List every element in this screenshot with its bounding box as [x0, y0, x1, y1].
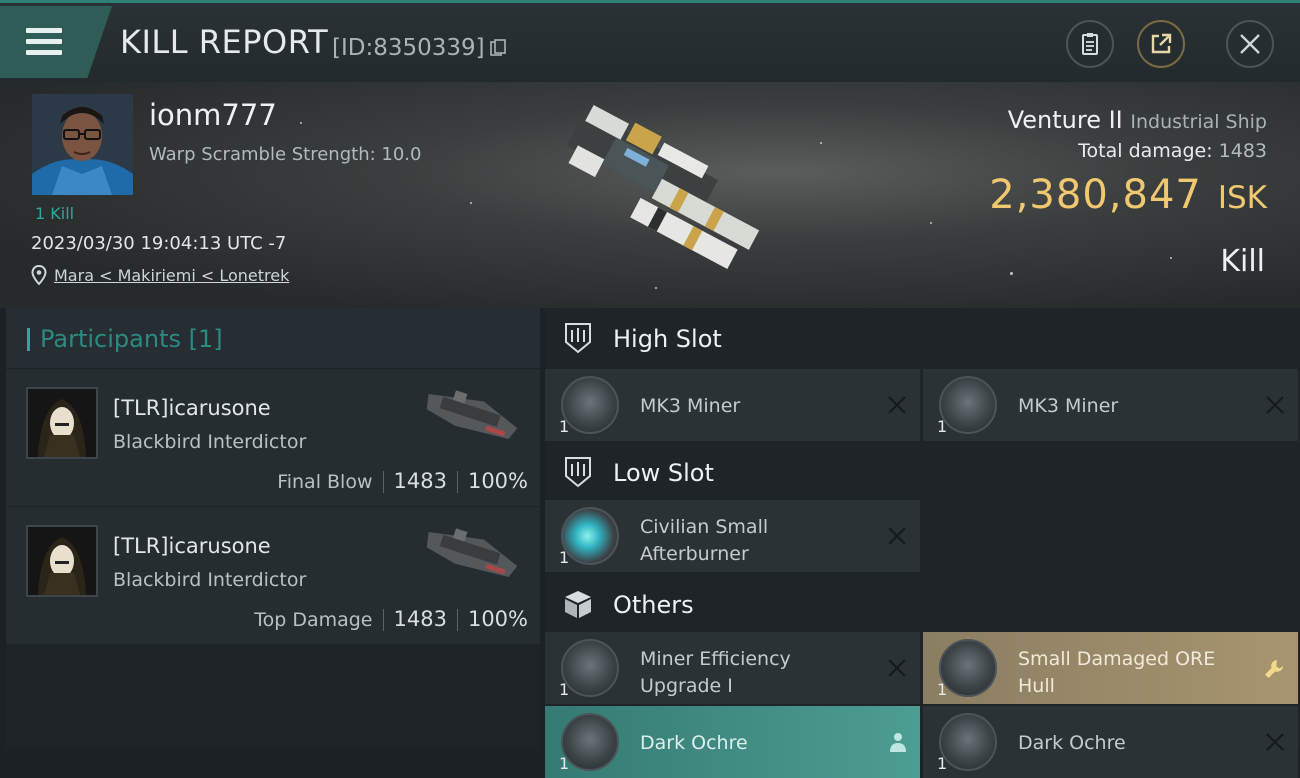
- hull-icon: [939, 639, 997, 697]
- victim-summary: ionm777 Warp Scramble Strength: 10.0 1 K…: [0, 82, 1300, 308]
- participants-title: Participants [1]: [40, 325, 223, 353]
- participant-role: Final Blow: [277, 471, 373, 493]
- item-quantity: 1: [937, 417, 948, 436]
- participants-panel: Participants [1] [TLR]icarusone Blackbir…: [6, 308, 540, 750]
- participant-stats: Final Blow 1483 100%: [277, 469, 528, 493]
- ore-icon: [561, 713, 619, 771]
- participant-role: Top Damage: [254, 609, 373, 631]
- clipboard-button[interactable]: [1066, 20, 1114, 68]
- participants-header: Participants [1]: [6, 308, 540, 368]
- participant-row[interactable]: [TLR]icarusone Blackbird Interdictor Fin…: [6, 369, 540, 506]
- upgrade-module-icon: [561, 639, 619, 697]
- item-name: Civilian Small Afterburner: [640, 516, 769, 565]
- fitted-item[interactable]: 1 Dark Ochre: [545, 706, 920, 778]
- participant-row[interactable]: [TLR]icarusone Blackbird Interdictor Top…: [6, 507, 540, 644]
- participant-damage: 1483: [393, 469, 447, 493]
- kill-datetime: 2023/03/30 19:04:13 UTC -7: [31, 233, 287, 254]
- copy-icon[interactable]: [490, 39, 506, 57]
- isk-value: 2,380,847 ISK: [989, 172, 1267, 218]
- fitted-item[interactable]: 1 MK3 Miner: [545, 369, 920, 441]
- participant-percent: 100%: [467, 607, 528, 631]
- participant-avatar: [26, 387, 98, 459]
- wrench-icon: [1265, 660, 1283, 678]
- others-header: Others: [545, 574, 1300, 634]
- participant-damage: 1483: [393, 607, 447, 631]
- item-name: Miner Efficiency Upgrade I: [640, 648, 791, 697]
- item-name: MK3 Miner: [1018, 395, 1119, 417]
- total-damage-value: 1483: [1218, 140, 1267, 162]
- item-quantity: 1: [559, 417, 570, 436]
- close-button[interactable]: [1226, 20, 1274, 68]
- miner-icon: [939, 376, 997, 434]
- item-name: MK3 Miner: [640, 395, 741, 417]
- cargo-box-icon: [565, 591, 591, 618]
- participant-ship-image: [426, 528, 518, 577]
- warp-scramble-strength: Warp Scramble Strength: 10.0: [149, 144, 422, 165]
- location-link[interactable]: Mara < Makiriemi < Lonetrek: [54, 266, 289, 285]
- report-id: [ID:8350339]: [332, 35, 485, 61]
- item-quantity: 1: [937, 754, 948, 773]
- afterburner-icon: [561, 507, 619, 565]
- ore-icon: [939, 713, 997, 771]
- participant-ship-image: [426, 390, 518, 439]
- miner-icon: [561, 376, 619, 434]
- location-pin-icon: [31, 265, 47, 285]
- destroyed-icon: [888, 396, 906, 414]
- item-name: Dark Ochre: [1018, 732, 1126, 754]
- victim-ship-class: Industrial Ship: [1130, 111, 1267, 133]
- fitting-panel: High Slot 1 MK3 Miner 1 MK3 Miner Low Sl…: [545, 308, 1300, 778]
- share-button[interactable]: [1137, 20, 1185, 68]
- fitted-item[interactable]: 1 Dark Ochre: [923, 706, 1298, 778]
- destroyed-icon: [888, 527, 906, 545]
- clipboard-icon: [1082, 33, 1098, 55]
- low-slot-icon: [565, 457, 591, 488]
- top-bar: KILL REPORT [ID:8350339]: [0, 0, 1300, 82]
- fitted-item[interactable]: 1 MK3 Miner: [923, 369, 1298, 441]
- share-icon: [1151, 33, 1172, 54]
- participant-name[interactable]: [TLR]icarusone: [113, 396, 271, 420]
- victim-avatar[interactable]: [32, 94, 133, 195]
- destroyed-icon: [1266, 396, 1284, 414]
- participant-stats: Top Damage 1483 100%: [254, 607, 528, 631]
- item-quantity: 1: [559, 680, 570, 699]
- item-name: Small Damaged ORE Hull: [1018, 648, 1216, 697]
- menu-button[interactable]: [0, 6, 112, 78]
- close-icon: [1240, 34, 1260, 54]
- isk-unit: ISK: [1217, 180, 1267, 216]
- participant-name[interactable]: [TLR]icarusone: [113, 534, 271, 558]
- total-damage: Total damage: 1483: [1078, 140, 1267, 162]
- item-quantity: 1: [937, 680, 948, 699]
- item-name: Dark Ochre: [640, 732, 748, 754]
- participant-avatar: [26, 525, 98, 597]
- kill-count: 1 Kill: [35, 204, 75, 223]
- low-slot-header: Low Slot: [545, 442, 1300, 502]
- victim-ship-name[interactable]: Venture II Industrial Ship: [1008, 106, 1267, 134]
- result-label: Kill: [1220, 244, 1265, 279]
- high-slot-icon: [565, 323, 591, 354]
- fitted-item[interactable]: 1 Small Damaged ORE Hull: [923, 632, 1298, 704]
- item-quantity: 1: [559, 548, 570, 567]
- participant-ship: Blackbird Interdictor: [113, 431, 307, 453]
- high-slot-header: High Slot: [545, 308, 1300, 368]
- item-quantity: 1: [559, 754, 570, 773]
- participant-ship: Blackbird Interdictor: [113, 569, 307, 591]
- participant-percent: 100%: [467, 469, 528, 493]
- fitted-item[interactable]: 1 Miner Efficiency Upgrade I: [545, 632, 920, 704]
- victim-name[interactable]: ionm777: [149, 98, 277, 132]
- fitted-item[interactable]: 1 Civilian Small Afterburner: [545, 500, 920, 572]
- destroyed-icon: [888, 659, 906, 677]
- victim-ship-image[interactable]: [535, 92, 775, 292]
- page-title: KILL REPORT: [120, 23, 329, 61]
